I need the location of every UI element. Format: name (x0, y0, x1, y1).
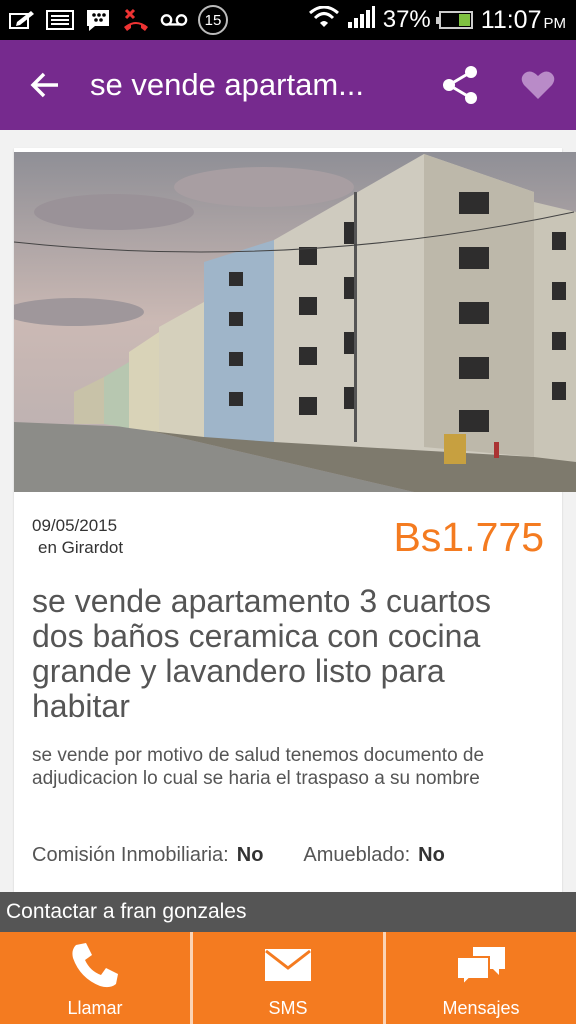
missed-call-icon (122, 8, 150, 31)
page-title: se vende apartam... (90, 67, 364, 102)
notification-count-badge: 15 (198, 5, 228, 35)
call-button[interactable]: Llamar (0, 932, 190, 1024)
contact-actions: Llamar SMS Mensajes (0, 932, 576, 1024)
battery-percent: 37% (382, 6, 431, 33)
listing-date: 09/05/2015 (32, 516, 118, 535)
clock-time: 11:07 (480, 5, 542, 34)
status-bar: 15 37% 11:07 PM (0, 0, 576, 40)
share-button[interactable] (436, 61, 484, 109)
favorite-button[interactable] (514, 61, 562, 109)
edit-icon (8, 9, 36, 31)
messages-label: Mensajes (442, 998, 520, 1018)
notification-icons: 15 (0, 5, 228, 35)
attribute-label: Amueblado: (303, 844, 411, 866)
arrow-left-icon (30, 72, 58, 98)
listing-photo[interactable] (14, 152, 576, 492)
attribute-label: Comisión Inmobiliaria: (32, 844, 229, 866)
battery-icon (435, 11, 473, 29)
listing-card[interactable]: 09/05/2015 en Girardot Bs1.775 se vende … (14, 148, 576, 894)
voicemail-icon (160, 9, 188, 31)
messages-button[interactable]: Mensajes (383, 932, 576, 1024)
listing-title: se vende apartamento 3 cuartos dos baños… (32, 583, 491, 724)
wifi-icon (308, 5, 339, 35)
call-label: Llamar (67, 998, 123, 1018)
image-icon (46, 9, 74, 31)
clock-ampm: PM (543, 14, 567, 32)
phone-icon (72, 943, 118, 988)
clock: 11:07 PM (481, 6, 566, 35)
listing-location: en Girardot (38, 538, 124, 557)
listing-price: Bs1.775 (393, 514, 544, 560)
envelope-icon (265, 949, 311, 981)
app-bar: se vende apartam... (0, 40, 576, 130)
attribute-value: No (418, 844, 445, 866)
back-button[interactable] (0, 40, 90, 130)
blackberry-messenger-icon (84, 9, 112, 31)
contact-header: Contactar a fran gonzales (0, 892, 576, 932)
attribute-commission: Comisión Inmobiliaria: No (32, 844, 263, 867)
listing-description: se vende por motivo de salud tenemos doc… (32, 745, 485, 789)
chat-icon (456, 947, 505, 985)
battery-level (459, 14, 470, 26)
signal-icon (347, 5, 375, 36)
sms-label: SMS (268, 998, 308, 1018)
heart-icon (521, 71, 555, 99)
listing-attributes: Comisión Inmobiliaria: No Amueblado: No (32, 844, 552, 867)
share-icon (443, 66, 477, 104)
sms-button[interactable]: SMS (190, 932, 383, 1024)
attribute-furnished: Amueblado: No (303, 844, 444, 867)
system-status: 37% 11:07 PM (308, 5, 576, 36)
attribute-value: No (236, 844, 264, 866)
